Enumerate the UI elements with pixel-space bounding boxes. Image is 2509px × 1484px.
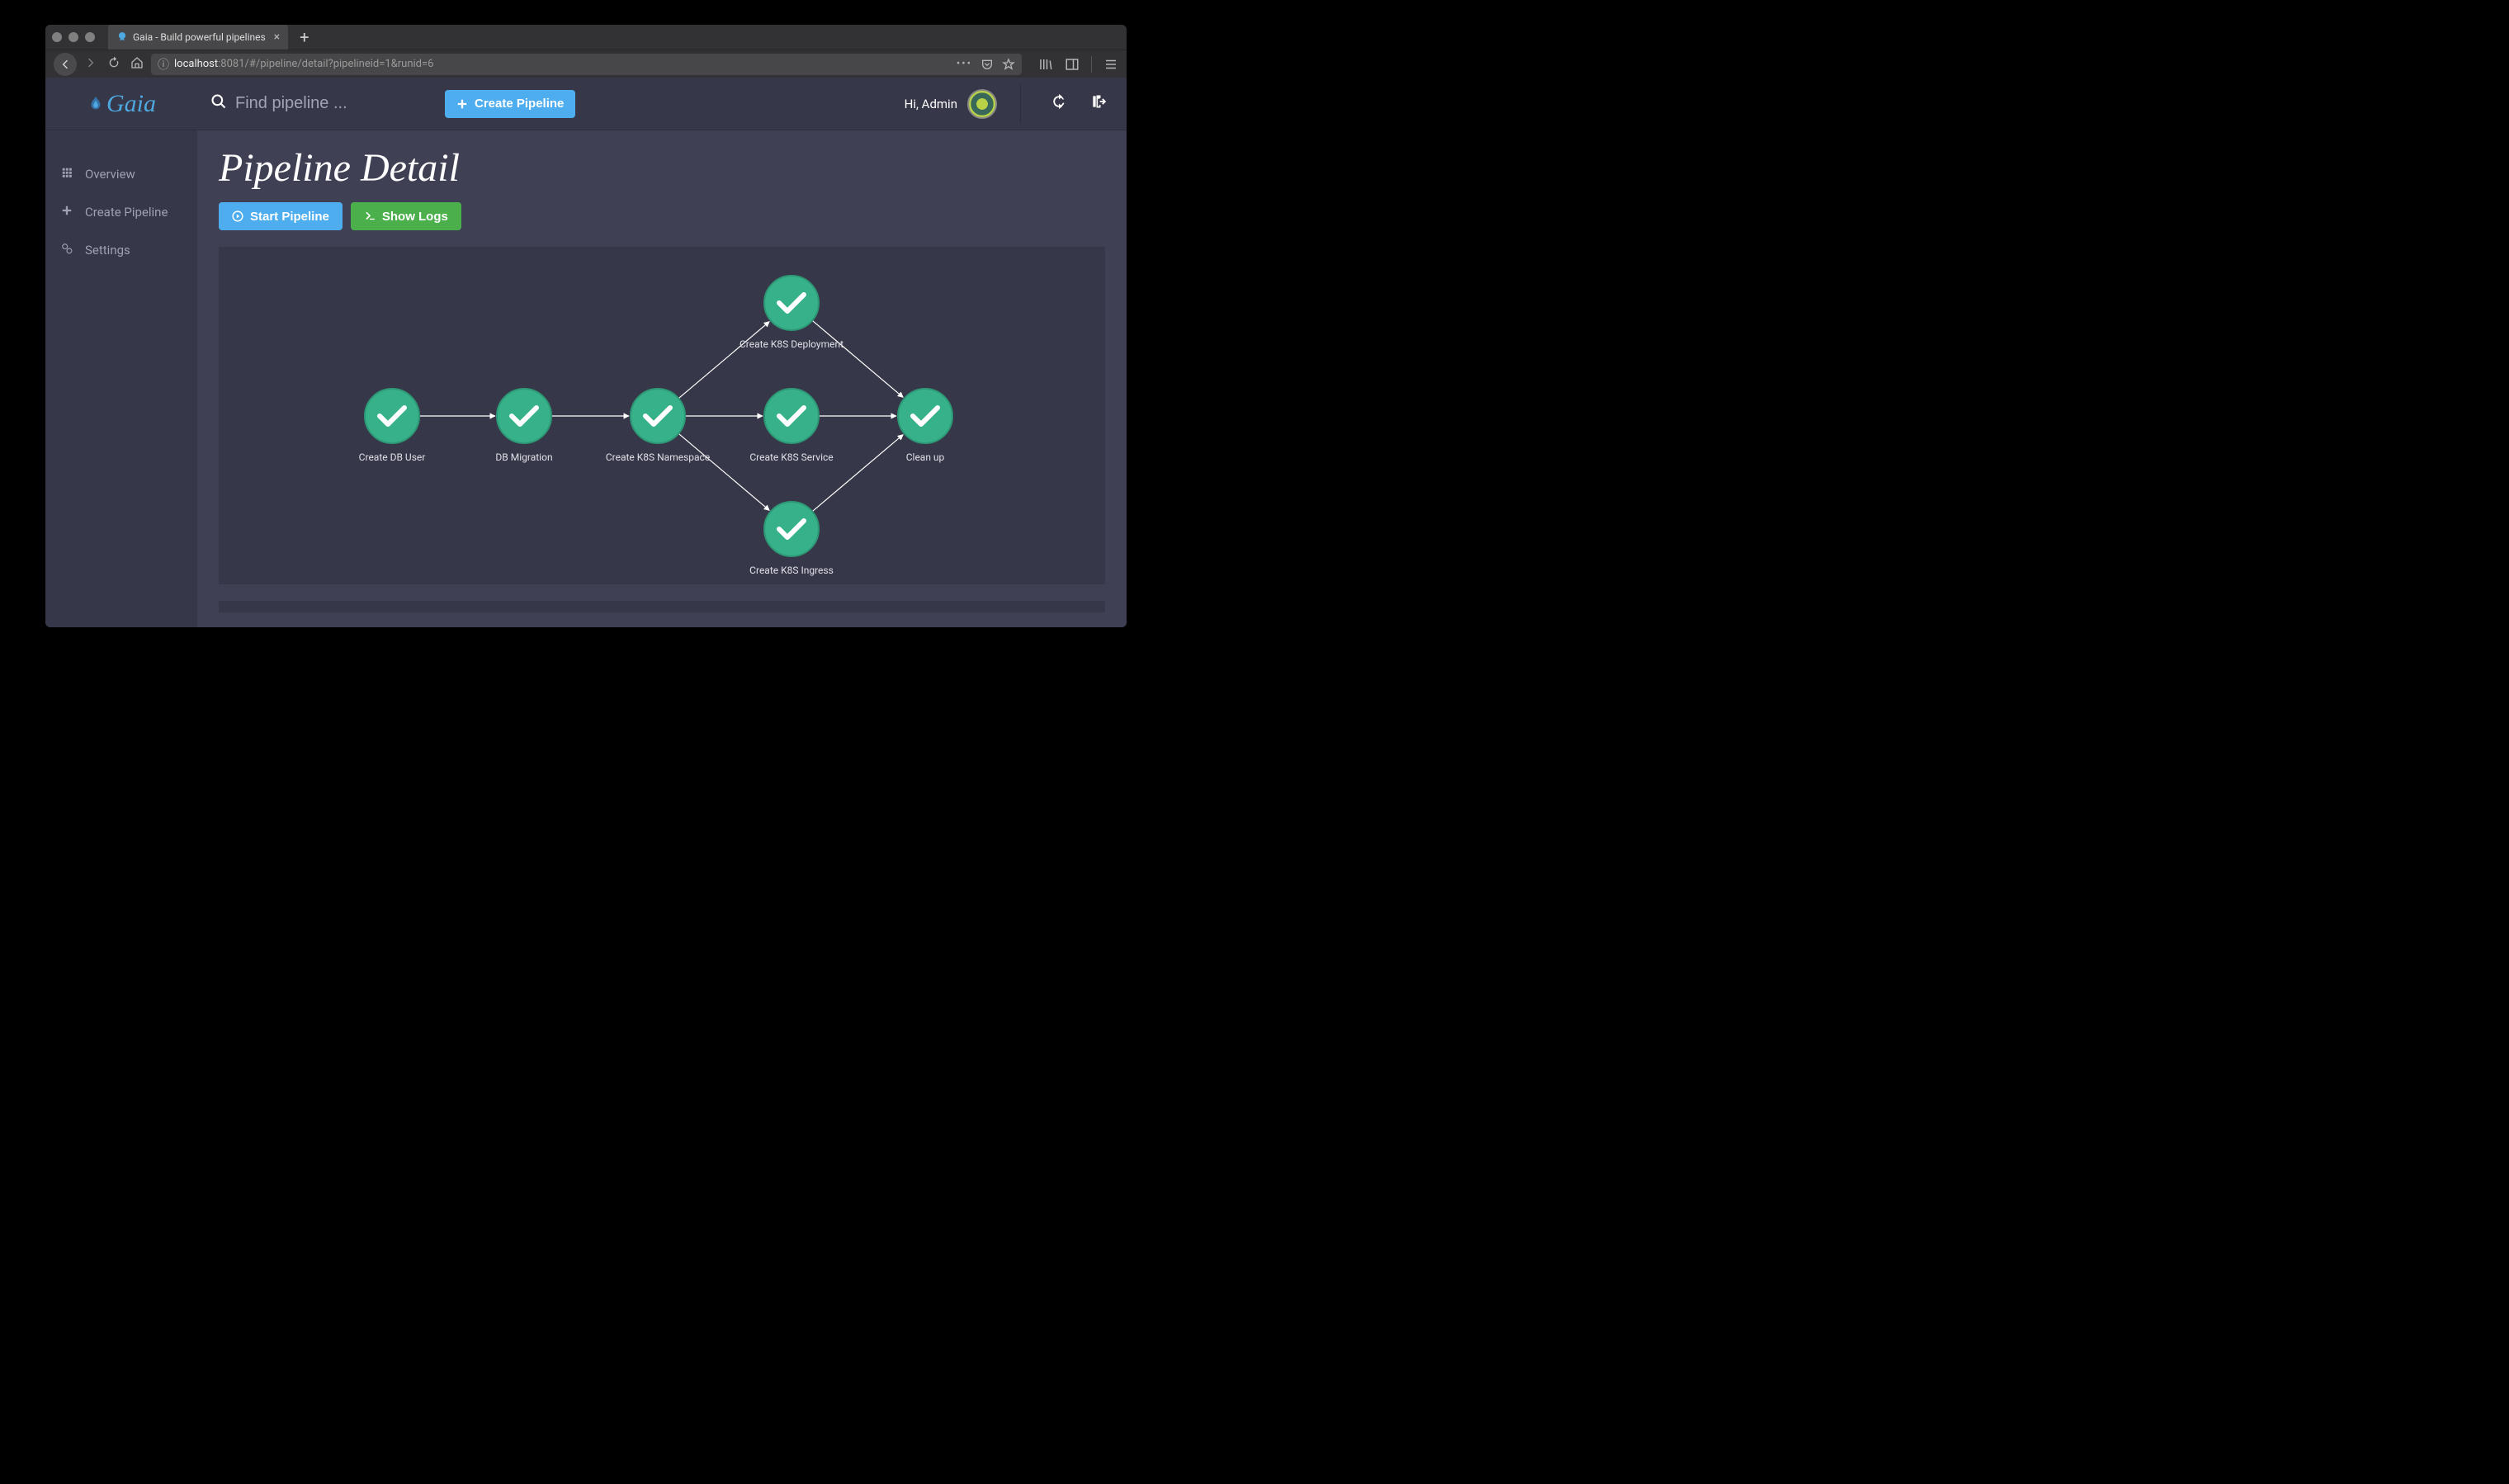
- menu-icon[interactable]: [1103, 57, 1118, 72]
- divider: [1020, 84, 1021, 124]
- nav-back-button[interactable]: [54, 53, 77, 76]
- nav-home-button[interactable]: [128, 56, 146, 73]
- start-pipeline-button[interactable]: Start Pipeline: [219, 202, 343, 230]
- url-path: :8081/#/pipeline/detail?pipelineid=1&run…: [218, 58, 433, 70]
- sidebar-item-label: Overview: [85, 167, 135, 182]
- url-bar[interactable]: ⓘ localhost:8081/#/pipeline/detail?pipel…: [151, 54, 1022, 75]
- logout-icon: [1090, 93, 1107, 110]
- traffic-minimize[interactable]: [69, 32, 78, 42]
- reload-icon: [107, 56, 120, 69]
- graph-node-label: Create K8S Deployment: [739, 338, 843, 350]
- graph-node[interactable]: [898, 389, 952, 443]
- greeting-text: Hi, Admin: [905, 97, 957, 111]
- logo-text: Gaia: [106, 90, 156, 118]
- pocket-icon[interactable]: [980, 58, 994, 71]
- start-pipeline-label: Start Pipeline: [250, 210, 329, 224]
- info-icon[interactable]: ⓘ: [158, 56, 169, 73]
- app-shell: Gaia Overview Create Pipeline: [45, 78, 1127, 627]
- nav-reload-button[interactable]: [105, 56, 123, 73]
- pipeline-graph[interactable]: Create DB User DB Migration Create K8S Nam…: [219, 247, 1105, 584]
- play-circle-icon: [232, 210, 243, 222]
- app-logo[interactable]: Gaia: [45, 78, 197, 130]
- nav-forward-button[interactable]: [82, 56, 100, 73]
- user-avatar[interactable]: [967, 89, 997, 119]
- bookmark-star-icon[interactable]: [1002, 58, 1015, 71]
- traffic-zoom[interactable]: [85, 32, 95, 42]
- gaia-favicon-icon: [116, 31, 128, 43]
- terminal-icon: [364, 210, 376, 222]
- sidebar-item-label: Create Pipeline: [85, 205, 168, 220]
- browser-tab[interactable]: Gaia - Build powerful pipelines ×: [108, 25, 288, 50]
- titlebar: Gaia - Build powerful pipelines × +: [45, 25, 1127, 50]
- graph-canvas: [219, 247, 1105, 584]
- search-icon: [210, 93, 227, 114]
- show-logs-label: Show Logs: [382, 210, 448, 224]
- graph-node-label: DB Migration: [495, 451, 552, 463]
- lower-card: [219, 601, 1105, 612]
- graph-node[interactable]: [497, 389, 551, 443]
- show-logs-button[interactable]: Show Logs: [351, 202, 461, 230]
- refresh-button[interactable]: [1044, 90, 1074, 117]
- traffic-close[interactable]: [52, 32, 62, 42]
- home-icon: [130, 56, 144, 69]
- sidebar: Gaia Overview Create Pipeline: [45, 78, 197, 627]
- graph-node-label: Create K8S Ingress: [749, 565, 834, 576]
- create-pipeline-label: Create Pipeline: [475, 97, 564, 111]
- tab-close-icon[interactable]: ×: [274, 31, 280, 43]
- logout-button[interactable]: [1084, 90, 1113, 117]
- browser-window: Gaia - Build powerful pipelines × + ⓘ lo…: [45, 25, 1127, 627]
- plus-icon: [456, 98, 468, 110]
- graph-node[interactable]: [631, 389, 685, 443]
- sidebar-item-settings[interactable]: Settings: [45, 231, 197, 269]
- graph-node-label: Clean up: [906, 451, 945, 463]
- library-icon[interactable]: [1038, 57, 1053, 72]
- graph-node-label: Create K8S Service: [749, 451, 833, 463]
- arrow-left-icon: [59, 58, 72, 71]
- sidebar-item-overview[interactable]: Overview: [45, 155, 197, 193]
- graph-edge: [812, 320, 903, 397]
- graph-node[interactable]: [764, 276, 819, 330]
- plus-icon: [60, 205, 73, 220]
- gear-icon: [60, 243, 73, 258]
- page-title: Pipeline Detail: [219, 145, 1105, 191]
- graph-node[interactable]: [365, 389, 419, 443]
- url-more-icon[interactable]: •••: [957, 58, 972, 70]
- graph-node-label: Create DB User: [359, 451, 426, 463]
- grid-icon: [60, 167, 73, 182]
- url-host: localhost: [174, 58, 218, 70]
- graph-edge: [812, 435, 903, 512]
- new-tab-button[interactable]: +: [288, 27, 320, 47]
- browser-navbar: ⓘ localhost:8081/#/pipeline/detail?pipel…: [45, 50, 1127, 78]
- action-row: Start Pipeline Show Logs: [219, 202, 1105, 230]
- graph-node[interactable]: [764, 389, 819, 443]
- graph-node[interactable]: [764, 502, 819, 556]
- graph-edge: [678, 433, 769, 510]
- graph-edge: [678, 322, 769, 399]
- sidebar-icon[interactable]: [1065, 57, 1080, 72]
- refresh-icon: [1051, 93, 1067, 110]
- logo-flame-icon: [87, 95, 105, 113]
- create-pipeline-button[interactable]: Create Pipeline: [445, 90, 575, 118]
- topbar: Create Pipeline Hi, Admin: [197, 78, 1127, 130]
- tab-title: Gaia - Build powerful pipelines: [133, 31, 266, 43]
- sidebar-item-create-pipeline[interactable]: Create Pipeline: [45, 193, 197, 231]
- sidebar-item-label: Settings: [85, 243, 130, 258]
- arrow-right-icon: [84, 56, 97, 69]
- main-area: Create Pipeline Hi, Admin Pipeline Detai…: [197, 78, 1127, 627]
- graph-node-label: Create K8S Namespace: [606, 451, 710, 463]
- traffic-lights: [52, 32, 95, 42]
- content: Pipeline Detail Start Pipeline Show Logs: [197, 130, 1127, 627]
- sidebar-nav: Overview Create Pipeline Settings: [45, 155, 197, 269]
- search-input[interactable]: [235, 94, 425, 113]
